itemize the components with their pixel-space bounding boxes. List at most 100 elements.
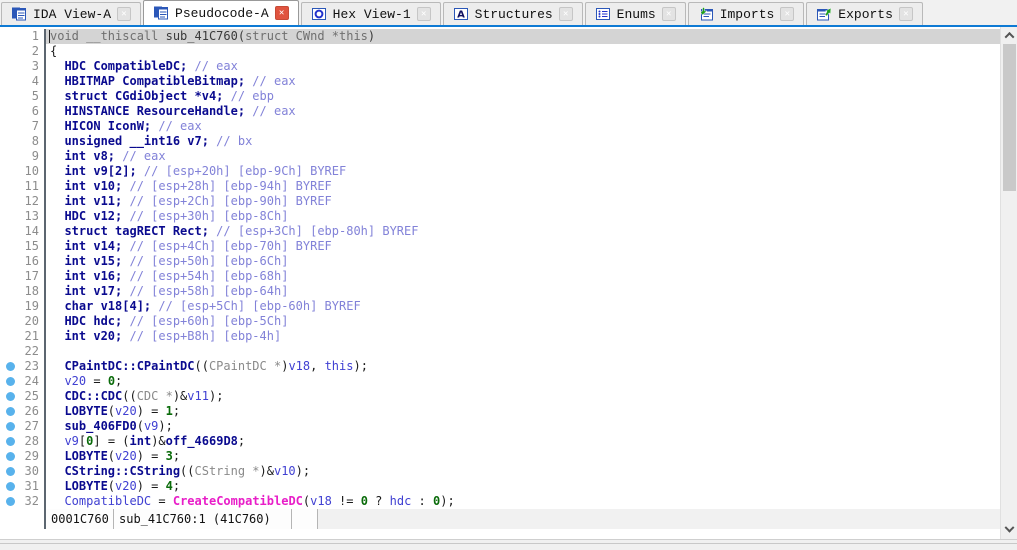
code-text[interactable]: struct CGdiObject *v4; // ebp	[46, 89, 1017, 104]
code-token: !=	[331, 494, 361, 508]
status-address: 0001C760	[51, 512, 109, 526]
code-line-2[interactable]: 2{	[0, 44, 1017, 59]
code-line-11[interactable]: 11 int v10; // [esp+28h] [ebp-94h] BYREF	[0, 179, 1017, 194]
code-line-24[interactable]: 24 v20 = 0;	[0, 374, 1017, 389]
code-text[interactable]: int v11; // [esp+2Ch] [ebp-90h] BYREF	[46, 194, 1017, 209]
gutter-cell: 17	[0, 269, 46, 284]
scroll-up-button[interactable]	[1001, 27, 1017, 44]
code-text[interactable]: int v17; // [esp+58h] [ebp-64h]	[46, 284, 1017, 299]
code-token: struct CWnd *this	[245, 29, 368, 43]
tab-exports[interactable]: Exports ✕	[806, 2, 923, 25]
code-token: ;	[237, 434, 246, 448]
code-text[interactable]: HDC v12; // [esp+30h] [ebp-8Ch]	[46, 209, 1017, 224]
code-text[interactable]: unsigned __int16 v7; // bx	[46, 134, 1017, 149]
scrollbar-thumb[interactable]	[1002, 44, 1016, 191]
code-line-5[interactable]: 5 struct CGdiObject *v4; // ebp	[0, 89, 1017, 104]
code-text[interactable]: char v18[4]; // [esp+5Ch] [ebp-60h] BYRE…	[46, 299, 1017, 314]
code-text[interactable]: struct tagRECT Rect; // [esp+3Ch] [ebp-8…	[46, 224, 1017, 239]
code-line-4[interactable]: 4 HBITMAP CompatibleBitmap; // eax	[0, 74, 1017, 89]
code-text[interactable]: LOBYTE(v20) = 4;	[46, 479, 1017, 494]
tab-structures[interactable]: A Structures ✕	[442, 2, 583, 25]
tab-close-button[interactable]: ✕	[416, 7, 431, 21]
code-line-1[interactable]: 1 void __thiscall sub_41C760(struct CWnd …	[0, 29, 1017, 44]
scrollbar-track[interactable]	[1001, 44, 1017, 522]
code-line-20[interactable]: 20 HDC hdc; // [esp+60h] [ebp-5Ch]	[0, 314, 1017, 329]
pseudocode-view[interactable]: 1 void __thiscall sub_41C760(struct CWnd …	[0, 27, 1017, 539]
code-line-30[interactable]: 30 CString::CString((CString *)&v10);	[0, 464, 1017, 479]
code-text[interactable]: sub_406FD0(v9);	[46, 419, 1017, 434]
code-line-6[interactable]: 6 HINSTANCE ResourceHandle; // eax	[0, 104, 1017, 119]
code-text-current[interactable]: void __thiscall sub_41C760(struct CWnd *…	[46, 29, 1017, 44]
code-line-15[interactable]: 15 int v14; // [esp+4Ch] [ebp-70h] BYREF	[0, 239, 1017, 254]
code-line-3[interactable]: 3 HDC CompatibleDC; // eax	[0, 59, 1017, 74]
code-line-32[interactable]: 32 CompatibleDC = CreateCompatibleDC(v18…	[0, 494, 1017, 509]
code-line-19[interactable]: 19 char v18[4]; // [esp+5Ch] [ebp-60h] B…	[0, 299, 1017, 314]
pseudocode-editor[interactable]: 1 void __thiscall sub_41C760(struct CWnd …	[0, 27, 1017, 509]
tab-ida-view-a[interactable]: IDA View-A ✕	[1, 2, 142, 25]
code-text[interactable]: CompatibleDC = CreateCompatibleDC(v18 !=…	[46, 494, 1017, 509]
code-line-12[interactable]: 12 int v11; // [esp+2Ch] [ebp-90h] BYREF	[0, 194, 1017, 209]
code-text[interactable]: int v16; // [esp+54h] [ebp-68h]	[46, 269, 1017, 284]
code-text[interactable]: LOBYTE(v20) = 3;	[46, 449, 1017, 464]
code-line-28[interactable]: 28 v9[0] = (int)&off_4669D8;	[0, 434, 1017, 449]
code-line-8[interactable]: 8 unsigned __int16 v7; // bx	[0, 134, 1017, 149]
code-text[interactable]: HDC hdc; // [esp+60h] [ebp-5Ch]	[46, 314, 1017, 329]
tab-close-button[interactable]: ✕	[274, 6, 289, 20]
tab-close-button[interactable]: ✕	[780, 7, 795, 21]
tab-imports[interactable]: Imports ✕	[687, 2, 805, 25]
code-line-23[interactable]: 23 CPaintDC::CPaintDC((CPaintDC *)v18, t…	[0, 359, 1017, 374]
code-line-7[interactable]: 7 HICON IconW; // eax	[0, 119, 1017, 134]
tab-label: Structures	[474, 6, 553, 22]
code-text[interactable]: int v10; // [esp+28h] [ebp-94h] BYREF	[46, 179, 1017, 194]
code-text[interactable]: int v20; // [esp+B8h] [ebp-4h]	[46, 329, 1017, 344]
code-line-10[interactable]: 10 int v9[2]; // [esp+20h] [ebp-9Ch] BYR…	[0, 164, 1017, 179]
line-number: 22	[24, 344, 39, 358]
code-token: ((	[180, 464, 195, 478]
code-line-22[interactable]: 22	[0, 344, 1017, 359]
code-line-21[interactable]: 21 int v20; // [esp+B8h] [ebp-4h]	[0, 329, 1017, 344]
code-text[interactable]: HBITMAP CompatibleBitmap; // eax	[46, 74, 1017, 89]
code-line-31[interactable]: 31 LOBYTE(v20) = 4;	[0, 479, 1017, 494]
code-line-18[interactable]: 18 int v17; // [esp+58h] [ebp-64h]	[0, 284, 1017, 299]
scroll-down-button[interactable]	[1001, 522, 1017, 539]
code-line-29[interactable]: 29 LOBYTE(v20) = 3;	[0, 449, 1017, 464]
exports-icon	[816, 7, 832, 21]
code-text[interactable]: HDC CompatibleDC; // eax	[46, 59, 1017, 74]
tab-close-button[interactable]: ✕	[898, 7, 913, 21]
code-line-27[interactable]: 27 sub_406FD0(v9);	[0, 419, 1017, 434]
vertical-scrollbar[interactable]	[1000, 27, 1017, 539]
code-text[interactable]: CDC::CDC((CDC *)&v11);	[46, 389, 1017, 404]
code-line-13[interactable]: 13 HDC v12; // [esp+30h] [ebp-8Ch]	[0, 209, 1017, 224]
tab-enums[interactable]: Enums ✕	[584, 2, 686, 25]
code-text[interactable]: CPaintDC::CPaintDC((CPaintDC *)v18, this…	[46, 359, 1017, 374]
code-token: HBITMAP CompatibleBitmap;	[50, 74, 246, 88]
tab-close-button[interactable]: ✕	[661, 7, 676, 21]
code-token: this	[324, 359, 354, 373]
code-token: int v10;	[50, 179, 123, 193]
code-text[interactable]: int v14; // [esp+4Ch] [ebp-70h] BYREF	[46, 239, 1017, 254]
code-line-26[interactable]: 26 LOBYTE(v20) = 1;	[0, 404, 1017, 419]
code-text[interactable]: LOBYTE(v20) = 1;	[46, 404, 1017, 419]
tab-close-button[interactable]: ✕	[558, 7, 573, 21]
code-token: CDC::CDC	[50, 389, 123, 403]
code-line-16[interactable]: 16 int v15; // [esp+50h] [ebp-6Ch]	[0, 254, 1017, 269]
code-text[interactable]: int v15; // [esp+50h] [ebp-6Ch]	[46, 254, 1017, 269]
code-text[interactable]: v20 = 0;	[46, 374, 1017, 389]
code-text[interactable]: v9[0] = (int)&off_4669D8;	[46, 434, 1017, 449]
code-line-17[interactable]: 17 int v16; // [esp+54h] [ebp-68h]	[0, 269, 1017, 284]
code-text[interactable]: HINSTANCE ResourceHandle; // eax	[46, 104, 1017, 119]
gutter-cell: 22	[0, 344, 46, 359]
code-line-25[interactable]: 25 CDC::CDC((CDC *)&v11);	[0, 389, 1017, 404]
code-line-14[interactable]: 14 struct tagRECT Rect; // [esp+3Ch] [eb…	[0, 224, 1017, 239]
tab-hex-view-1[interactable]: Hex View-1 ✕	[300, 2, 441, 25]
line-number: 18	[24, 284, 39, 298]
code-text[interactable]: CString::CString((CString *)&v10);	[46, 464, 1017, 479]
tab-pseudocode-a[interactable]: Pseudocode-A ✕	[143, 0, 299, 25]
code-text[interactable]: int v8; // eax	[46, 149, 1017, 164]
code-text[interactable]	[46, 344, 1017, 359]
code-text[interactable]: {	[46, 44, 1017, 59]
code-line-9[interactable]: 9 int v8; // eax	[0, 149, 1017, 164]
code-text[interactable]: HICON IconW; // eax	[46, 119, 1017, 134]
code-text[interactable]: int v9[2]; // [esp+20h] [ebp-9Ch] BYREF	[46, 164, 1017, 179]
tab-close-button[interactable]: ✕	[117, 7, 132, 21]
